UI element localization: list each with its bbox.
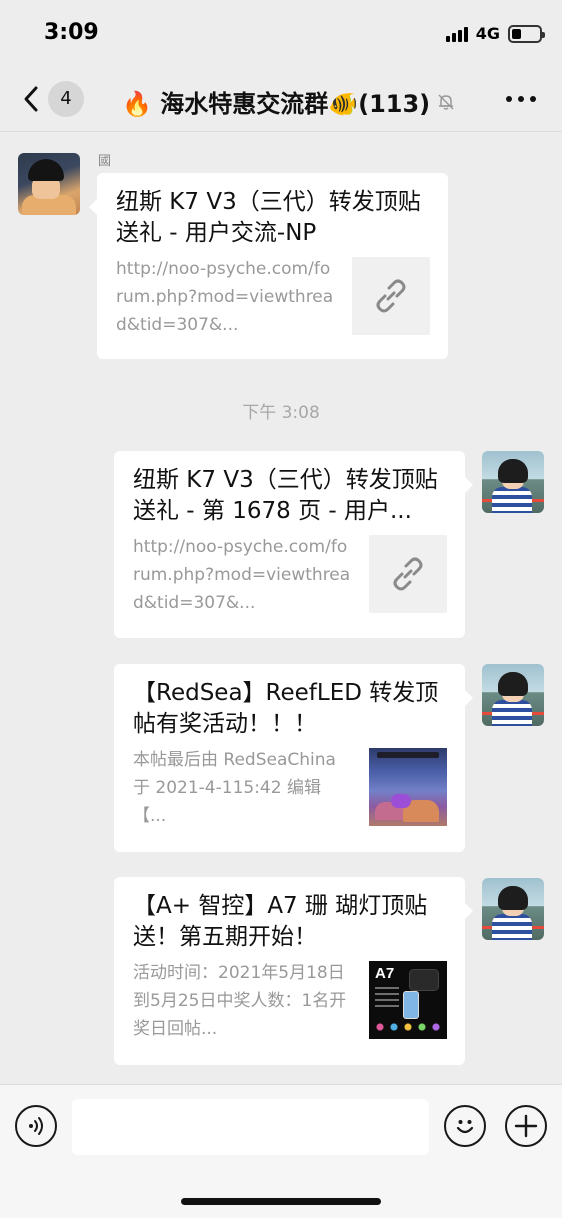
chat-header: 4 🔥 海水特惠交流群🐠(113) — [0, 66, 562, 132]
sender-avatar[interactable] — [18, 153, 80, 215]
chat-title-text: 🔥 海水特惠交流群🐠(113) — [122, 90, 431, 118]
link-card-title: 纽斯 K7 V3（三代）转发顶贴送礼 - 第 1678 页 - 用户... — [133, 467, 438, 524]
emoji-button[interactable] — [444, 1105, 486, 1147]
link-card-description: http://noo-psyche.com/forum.php?mod=view… — [133, 537, 351, 613]
network-label: 4G — [475, 24, 500, 43]
link-card[interactable]: 纽斯 K7 V3（三代）转发顶贴送礼 - 第 1678 页 - 用户... ht… — [114, 451, 473, 638]
status-bar: 3:09 4G — [0, 0, 562, 66]
reef-aquarium-image — [369, 748, 447, 826]
more-icon — [506, 96, 512, 102]
message-list[interactable]: 國 纽斯 K7 V3（三代）转发顶贴送礼 - 用户交流-NP http://no… — [0, 132, 562, 1082]
message-input[interactable] — [72, 1099, 429, 1155]
more-functions-button[interactable] — [505, 1105, 547, 1147]
time-divider: 下午 3:08 — [242, 403, 320, 423]
status-time: 3:09 — [44, 20, 99, 45]
voice-button[interactable] — [15, 1105, 57, 1147]
sender-name: 國 — [98, 154, 112, 169]
back-button[interactable] — [18, 82, 46, 116]
a7-product-label: A7 — [375, 965, 395, 982]
home-indicator[interactable] — [181, 1198, 381, 1205]
link-icon — [376, 279, 406, 313]
link-card-thumbnail — [352, 257, 430, 335]
link-card-description: 本帖最后由 RedSeaChina 于 2021-4-115:42 编辑【... — [133, 750, 336, 826]
link-card-description: http://noo-psyche.com/forum.php?mod=view… — [116, 259, 334, 335]
link-card[interactable]: 纽斯 K7 V3（三代）转发顶贴送礼 - 用户交流-NP http://noo-… — [89, 173, 448, 359]
link-icon — [393, 557, 423, 591]
mute-bell-icon — [438, 93, 454, 110]
battery-icon — [508, 24, 545, 43]
my-avatar[interactable] — [482, 664, 544, 726]
link-card[interactable]: 【A+ 智控】A7 珊 瑚灯顶贴送！第五期开始！ 活动时间：2021年5月18日… — [114, 877, 473, 1065]
my-avatar[interactable] — [482, 451, 544, 513]
link-card-thumbnail — [369, 535, 447, 613]
signal-icon — [445, 26, 468, 42]
emoji-icon — [456, 1120, 474, 1134]
plus-icon — [514, 1114, 538, 1138]
link-card-title: 【RedSea】ReefLED 转发顶帖有奖活动！！！ — [133, 680, 439, 737]
a7-product-image: A7 — [369, 961, 447, 1039]
chat-title: 🔥 海水特惠交流群🐠(113) — [122, 84, 456, 119]
link-card-description: 活动时间：2021年5月18日到5月25日中奖人数：1名开奖日回帖... — [133, 963, 347, 1039]
link-card[interactable]: 【RedSea】ReefLED 转发顶帖有奖活动！！！ 本帖最后由 RedSea… — [114, 664, 473, 852]
my-avatar[interactable] — [482, 878, 544, 940]
voice-icon — [29, 1117, 43, 1135]
unread-count-badge[interactable]: 4 — [48, 81, 84, 117]
link-card-title: 【A+ 智控】A7 珊 瑚灯顶贴送！第五期开始！ — [133, 893, 428, 950]
status-indicators: 4G — [445, 24, 545, 43]
chevron-left-icon — [24, 86, 38, 112]
link-card-title: 纽斯 K7 V3（三代）转发顶贴送礼 - 用户交流-NP — [116, 189, 421, 246]
more-options-button[interactable] — [506, 96, 536, 102]
